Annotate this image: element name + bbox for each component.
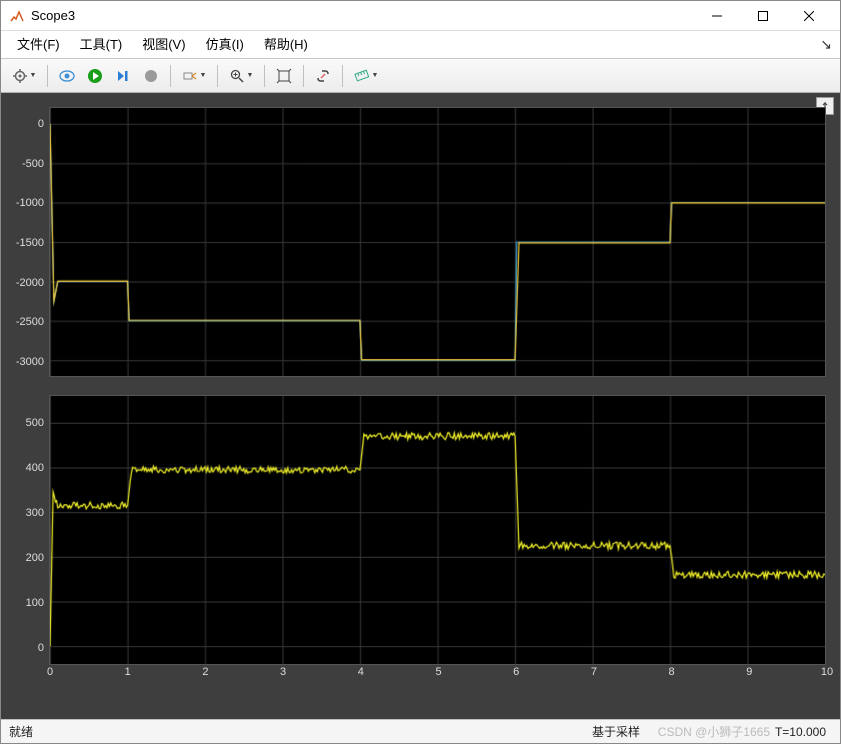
separator [170, 65, 171, 87]
menu-bar: 文件(F) 工具(T) 视图(V) 仿真(I) 帮助(H) ↘ [1, 31, 840, 59]
link-icon [315, 68, 331, 84]
plot-2-y-axis: 0100200300400500 [10, 396, 48, 664]
run-button[interactable] [82, 63, 108, 89]
highlight-icon [182, 68, 198, 84]
status-time: T=10.000 [775, 725, 826, 739]
status-ready: 就绪 [9, 723, 33, 740]
autoscale-icon [276, 68, 292, 84]
stop-button[interactable] [138, 63, 164, 89]
chevron-down-icon: ▼ [247, 72, 254, 79]
status-sample-mode: 基于采样 [592, 723, 640, 740]
plot-2[interactable]: 0100200300400500 012345678910 [49, 395, 826, 665]
chevron-down-icon: ▼ [372, 72, 379, 79]
gear-icon [12, 68, 28, 84]
menu-help[interactable]: 帮助(H) [254, 31, 318, 59]
configure-button[interactable]: ▼ [7, 63, 41, 89]
menu-file[interactable]: 文件(F) [7, 31, 70, 59]
step-forward-icon [115, 68, 131, 84]
chevron-down-icon: ▼ [200, 72, 207, 79]
toolbar: ▼ ▼ ▼ ▼ [1, 59, 840, 93]
separator [342, 65, 343, 87]
status-bar: 就绪 基于采样 CSDN @小狮子1665 T=10.000 [1, 719, 840, 743]
menu-overflow-icon[interactable]: ↘ [820, 36, 832, 53]
plot-2-x-axis: 012345678910 [50, 666, 825, 684]
watermark-text: CSDN @小狮子1665 [658, 723, 770, 740]
plot-1-canvas[interactable] [50, 108, 825, 376]
menu-view[interactable]: 视图(V) [132, 31, 195, 59]
matlab-icon [9, 8, 25, 24]
plot-1-y-axis: 0-500-1000-1500-2000-2500-3000 [10, 108, 48, 376]
menu-tools[interactable]: 工具(T) [70, 31, 133, 59]
measure-button[interactable]: ▼ [349, 63, 383, 89]
minimize-button[interactable] [694, 1, 740, 31]
separator [303, 65, 304, 87]
title-bar: Scope3 [1, 1, 840, 31]
separator [217, 65, 218, 87]
close-button[interactable] [786, 1, 832, 31]
scope-canvas-area: 0-500-1000-1500-2000-2500-3000 010020030… [1, 93, 840, 719]
stop-icon [143, 68, 159, 84]
ruler-icon [354, 68, 370, 84]
menu-sim[interactable]: 仿真(I) [196, 31, 254, 59]
chevron-down-icon: ▼ [30, 72, 37, 79]
plot-2-canvas[interactable] [50, 396, 825, 664]
print-icon [58, 68, 76, 84]
floating-button[interactable] [310, 63, 336, 89]
autoscale-button[interactable] [271, 63, 297, 89]
play-icon [87, 68, 103, 84]
highlight-button[interactable]: ▼ [177, 63, 211, 89]
separator [47, 65, 48, 87]
zoom-button[interactable]: ▼ [224, 63, 258, 89]
zoom-icon [229, 68, 245, 84]
plot-1[interactable]: 0-500-1000-1500-2000-2500-3000 [49, 107, 826, 377]
step-button[interactable] [110, 63, 136, 89]
print-button[interactable] [54, 63, 80, 89]
separator [264, 65, 265, 87]
maximize-button[interactable] [740, 1, 786, 31]
window-title: Scope3 [31, 8, 694, 23]
